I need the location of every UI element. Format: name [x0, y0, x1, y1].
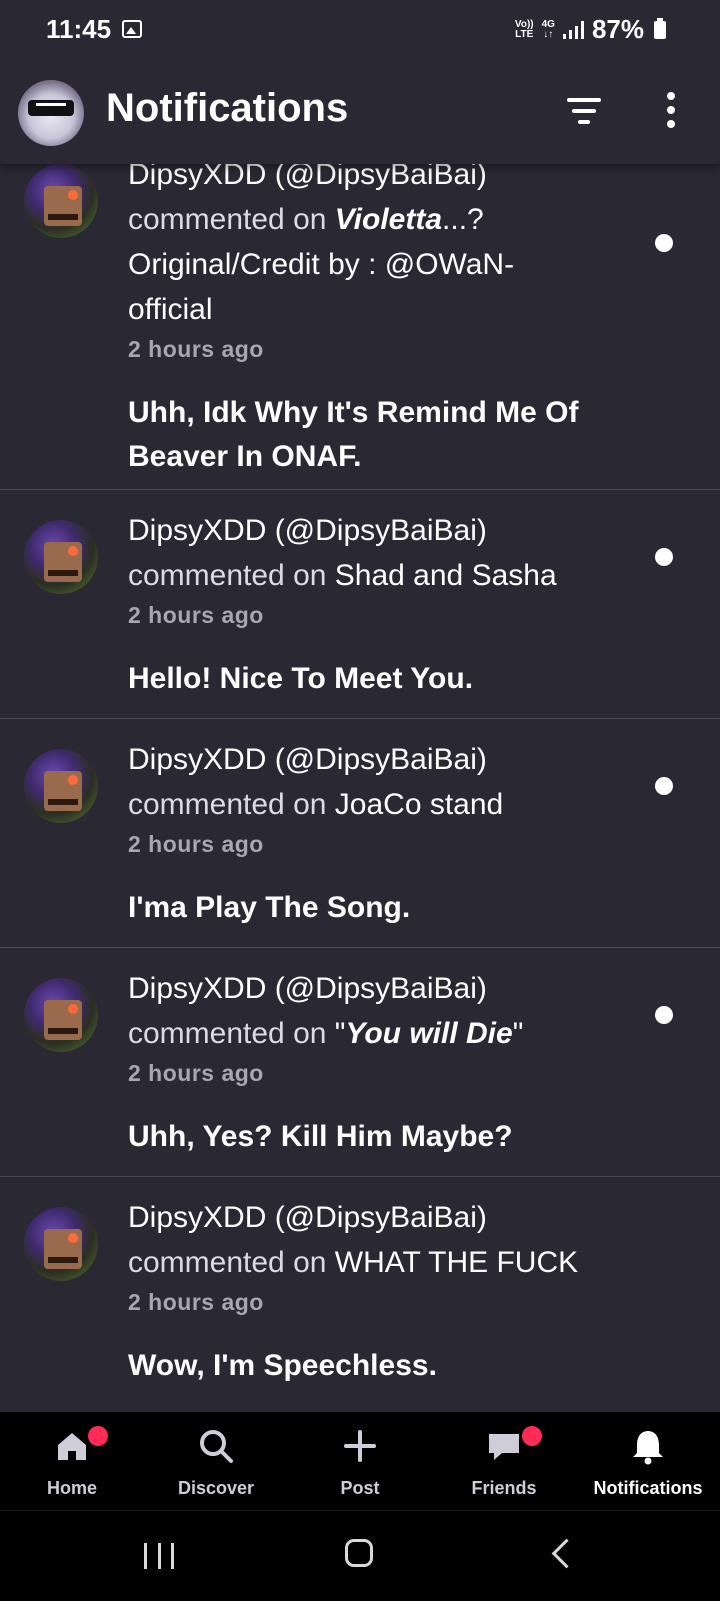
nav-label: Discover	[177, 1478, 255, 1498]
user-avatar[interactable]	[24, 978, 98, 1052]
comment-line: Beaver In ONAF.	[128, 440, 362, 473]
user-avatar[interactable]	[24, 1207, 98, 1281]
friends-notification-badge	[522, 1426, 542, 1446]
nav-label: Notifications	[593, 1478, 703, 1498]
nav-label: Home	[46, 1478, 97, 1498]
unread-indicator	[655, 1006, 673, 1024]
network-gen-indicator: 4G ↓↑	[541, 18, 555, 40]
signal-icon	[562, 20, 584, 39]
battery-icon	[654, 17, 666, 39]
volte-indicator: Vo)) LTE	[514, 18, 534, 40]
more-options-icon[interactable]	[666, 92, 676, 132]
system-home-icon[interactable]	[345, 1539, 373, 1567]
data-arrows-icon: ↓↑	[543, 28, 554, 40]
notification-action: commented on	[128, 788, 335, 821]
nav-post[interactable]: Post	[288, 1412, 432, 1510]
notification-item[interactable]: DipsyXDD (@DipsyBaiBai) commented on "Yo…	[0, 948, 720, 1177]
notification-target-line[interactable]: official	[128, 287, 648, 332]
notification-time: 2 hours ago	[128, 336, 264, 362]
notification-action: commented on	[128, 1246, 335, 1279]
user-avatar[interactable]	[24, 164, 98, 238]
plus-icon	[344, 1430, 376, 1462]
notification-user[interactable]: DipsyXDD (@DipsyBaiBai)	[128, 164, 648, 197]
notification-list[interactable]: DipsyXDD (@DipsyBaiBai) commented on Vio…	[0, 164, 720, 1412]
search-icon	[200, 1430, 233, 1463]
back-icon[interactable]	[551, 1538, 582, 1569]
notification-user[interactable]: DipsyXDD (@DipsyBaiBai)	[128, 966, 648, 1011]
notification-target-prefix[interactable]: "	[335, 1017, 346, 1050]
profile-avatar[interactable]	[18, 80, 84, 146]
status-indicators: Vo)) LTE 4G ↓↑ 87%	[515, 14, 666, 45]
notification-user[interactable]: DipsyXDD (@DipsyBaiBai)	[128, 1195, 648, 1240]
notification-user[interactable]: DipsyXDD (@DipsyBaiBai)	[128, 737, 648, 782]
home-icon	[58, 1433, 86, 1460]
notification-action: commented on	[128, 203, 335, 236]
notification-time: 2 hours ago	[128, 831, 264, 857]
nav-label: Friends	[471, 1478, 537, 1498]
notification-target[interactable]: You will Die	[345, 1017, 512, 1050]
status-time: 11:45	[46, 14, 112, 44]
notification-target-line[interactable]: Original/Credit by : @OWaN-	[128, 242, 648, 287]
notification-comment: I'ma Play The Song.	[128, 891, 411, 924]
notification-action: commented on	[128, 559, 335, 592]
nav-discover[interactable]: Discover	[144, 1412, 288, 1510]
nav-label: Post	[340, 1478, 380, 1498]
comment-line: Uhh, Idk Why It's Remind Me Of	[128, 396, 579, 429]
system-navigation-bar	[0, 1510, 720, 1601]
notification-target-suffix[interactable]: "	[513, 1017, 524, 1050]
network-gen-text: 4G	[541, 18, 555, 30]
notification-target[interactable]: Violetta	[335, 203, 442, 236]
bottom-navigation: Home Discover Post Friends Notifications	[0, 1412, 720, 1510]
user-avatar[interactable]	[24, 520, 98, 594]
notification-time: 2 hours ago	[128, 602, 264, 628]
unread-indicator	[655, 777, 673, 795]
gallery-notification-icon	[122, 20, 142, 38]
chat-bubble-icon	[489, 1434, 519, 1460]
user-avatar[interactable]	[24, 749, 98, 823]
notification-time: 2 hours ago	[128, 1289, 264, 1315]
lte-text: LTE	[515, 28, 534, 40]
nav-notifications[interactable]: Notifications	[576, 1412, 720, 1510]
notification-item[interactable]: DipsyXDD (@DipsyBaiBai) commented on Vio…	[0, 164, 720, 490]
nav-friends[interactable]: Friends	[432, 1412, 576, 1510]
notification-item[interactable]: DipsyXDD (@DipsyBaiBai) commented on Sha…	[0, 490, 720, 719]
avatar-sunglasses	[28, 100, 74, 116]
notification-comment: Hello! Nice To Meet You.	[128, 662, 474, 695]
status-bar: 11:45 Vo)) LTE 4G ↓↑ 87%	[0, 0, 720, 64]
notification-target[interactable]: JoaCo stand	[335, 788, 503, 821]
notification-target-suffix[interactable]: ...?	[442, 203, 484, 236]
notification-item[interactable]: DipsyXDD (@DipsyBaiBai) commented on WHA…	[0, 1177, 720, 1406]
notification-comment: Wow, I'm Speechless.	[128, 1349, 437, 1382]
bell-icon	[633, 1431, 663, 1465]
home-notification-badge	[88, 1426, 108, 1446]
notification-action: commented on	[128, 1017, 335, 1050]
notification-target[interactable]: Shad and Sasha	[335, 559, 557, 592]
notification-target[interactable]: WHAT THE FUCK	[335, 1246, 578, 1279]
recent-apps-icon[interactable]	[144, 1543, 174, 1569]
nav-home[interactable]: Home	[0, 1412, 144, 1510]
unread-indicator	[655, 234, 673, 252]
app-bar: Notifications	[0, 64, 720, 164]
unread-indicator	[655, 548, 673, 566]
filter-icon[interactable]	[566, 98, 602, 126]
volte-text: Vo))	[514, 18, 534, 30]
battery-percent: 87%	[591, 14, 644, 44]
notification-user[interactable]: DipsyXDD (@DipsyBaiBai)	[128, 508, 648, 553]
page-title: Notifications	[106, 86, 349, 130]
notification-comment: Uhh, Idk Why It's Remind Me Of Beaver In…	[128, 391, 648, 479]
notification-item[interactable]: DipsyXDD (@DipsyBaiBai) commented on Joa…	[0, 719, 720, 948]
notification-comment: Uhh, Yes? Kill Him Maybe?	[128, 1120, 513, 1153]
notification-time: 2 hours ago	[128, 1060, 264, 1086]
